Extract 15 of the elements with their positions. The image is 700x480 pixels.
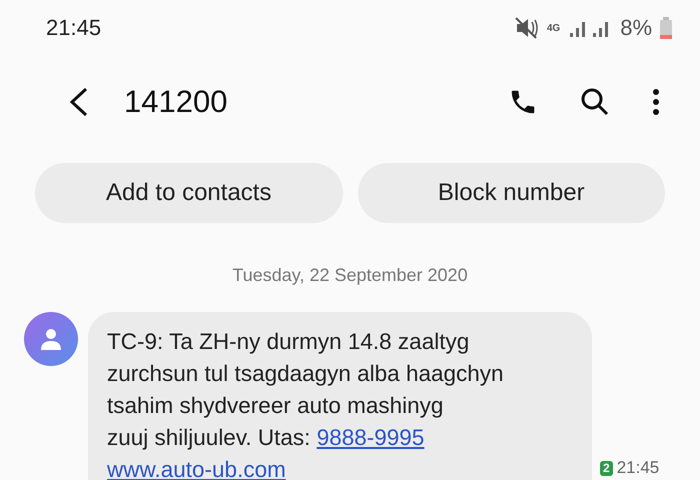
mute-icon [514,17,539,39]
message-time: 21:45 [616,458,660,478]
sim-badge: 2 [600,460,613,476]
network-label: 4G [546,24,560,32]
conversation-title: 141200 [124,84,228,120]
avatar-icon [24,312,78,366]
action-button[interactable]: Block number [358,163,665,223]
battery-percent: 8% [620,15,652,41]
action-button[interactable]: Add to contacts [35,163,342,223]
status-time: 21:45 [46,15,102,41]
battery-icon [660,17,672,39]
url-link[interactable]: www.auto-ub.com [107,457,286,480]
date-divider: Tuesday, 22 September 2020 [231,265,469,286]
message-text: TC-9: Ta ZH-ny durmyn 14.8 zaaltyg zurchsun tul tsagdaagyn alba haagchyn tsahim shydvereer auto mashinyg zuuj shiljuulev. Utas: 9888-9995 www.auto-ub.com [107,328,505,480]
phone-link[interactable]: 9888-9995 [316,425,424,450]
